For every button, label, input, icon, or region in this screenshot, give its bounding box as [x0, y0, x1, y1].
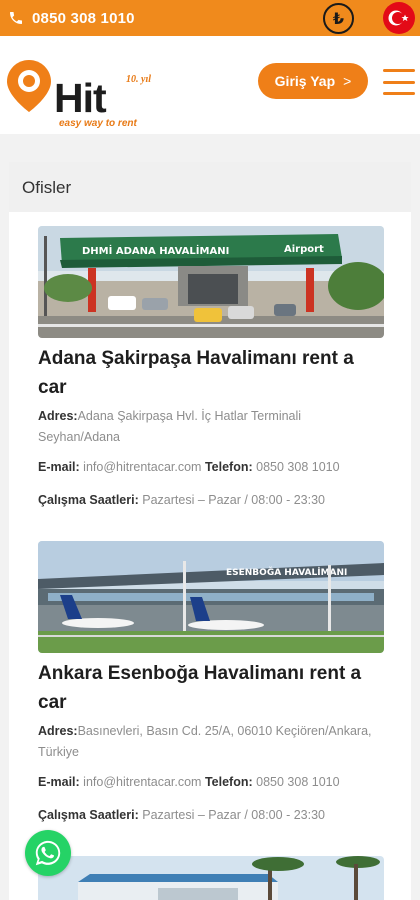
office-name[interactable]: Ankara Esenboğa Havalimanı rent a car: [38, 659, 384, 717]
phone-icon: [10, 12, 22, 24]
office-address: Adres:Basınevleri, Basın Cd. 25/A, 06010…: [38, 721, 384, 763]
menu-bar: [383, 92, 415, 95]
turkey-flag-icon[interactable]: [382, 1, 416, 35]
address-value: Basınevleri, Basın Cd. 25/A, 06010 Keçiö…: [38, 724, 372, 759]
menu-bar: [383, 69, 415, 72]
address-label: Adres:: [38, 409, 78, 423]
hours-label: Çalışma Saatleri:: [38, 493, 139, 507]
office-name[interactable]: Adana Şakirpaşa Havalimanı rent a car: [38, 344, 384, 402]
offices-header: Ofisler: [9, 162, 411, 212]
airport-photo: ESENBOĞA HAVALİMANI: [38, 541, 384, 653]
phone-label: Telefon:: [204, 775, 253, 789]
hamburger-menu-icon[interactable]: [383, 69, 415, 95]
email-label: E-mail:: [38, 775, 80, 789]
airport-photo: [38, 856, 384, 900]
office-photo-adana[interactable]: DHMİ ADANA HAVALİMANI Airport: [38, 226, 384, 338]
phone-number[interactable]: 0850 308 1010: [32, 10, 135, 27]
brand-tagline: easy way to rent: [59, 118, 137, 129]
location-pin-logo-icon: [7, 60, 51, 112]
office-photo-next[interactable]: [38, 856, 384, 900]
brand-name: Hit: [54, 75, 107, 121]
hours-value: Pazartesi – Pazar / 08:00 - 23:30: [142, 808, 325, 822]
offices-card: Ofisler DHMİ ADANA HAVALİMANI Airport Ad…: [9, 162, 411, 900]
phone-value[interactable]: 0850 308 1010: [256, 460, 339, 474]
office-hours: Çalışma Saatleri: Pazartesi – Pazar / 08…: [38, 806, 384, 824]
phone-label: Telefon:: [204, 460, 253, 474]
menu-bar: [383, 80, 415, 84]
lira-icon: ₺: [332, 9, 345, 28]
email-value[interactable]: info@hitrentacar.com: [83, 775, 201, 789]
address-label: Adres:: [38, 724, 78, 738]
site-header: Hit 10. yıl easy way to rent Giriş Yap >: [0, 36, 420, 134]
email-label: E-mail:: [38, 460, 80, 474]
whatsapp-button[interactable]: [25, 830, 71, 876]
site-logo[interactable]: Hit 10. yıl easy way to rent: [4, 54, 164, 129]
office-photo-ankara[interactable]: ESENBOĞA HAVALİMANI: [38, 541, 384, 653]
office-hours: Çalışma Saatleri: Pazartesi – Pazar / 08…: [38, 491, 384, 509]
office-address: Adres:Adana Şakirpaşa Hvl. İç Hatlar Ter…: [38, 406, 384, 448]
offices-title: Ofisler: [22, 178, 72, 197]
hours-value: Pazartesi – Pazar / 08:00 - 23:30: [142, 493, 325, 507]
top-bar: 0850 308 1010 ₺: [0, 0, 420, 36]
office-contact: E-mail: info@hitrentacar.com Telefon: 08…: [38, 773, 398, 791]
years-badge: 10. yıl: [126, 74, 151, 85]
email-value[interactable]: info@hitrentacar.com: [83, 460, 201, 474]
airport-photo: DHMİ ADANA HAVALİMANI Airport: [38, 226, 384, 338]
adana-sign-text: DHMİ ADANA HAVALİMANI: [82, 243, 229, 257]
phone-link[interactable]: 0850 308 1010: [8, 0, 135, 36]
whatsapp-icon: [35, 840, 61, 866]
login-button[interactable]: Giriş Yap >: [258, 63, 368, 99]
office-contact: E-mail: info@hitrentacar.com Telefon: 08…: [38, 458, 398, 476]
address-value: Adana Şakirpaşa Hvl. İç Hatlar Terminali…: [38, 409, 302, 444]
login-label: Giriş Yap: [274, 73, 336, 89]
main-content: Ofisler DHMİ ADANA HAVALİMANI Airport Ad…: [0, 134, 420, 900]
phone-value[interactable]: 0850 308 1010: [256, 775, 339, 789]
currency-selector[interactable]: ₺: [323, 3, 354, 34]
adana-sign-airport: Airport: [284, 244, 324, 255]
hours-label: Çalışma Saatleri:: [38, 808, 139, 822]
chevron-right-icon: >: [343, 73, 352, 89]
